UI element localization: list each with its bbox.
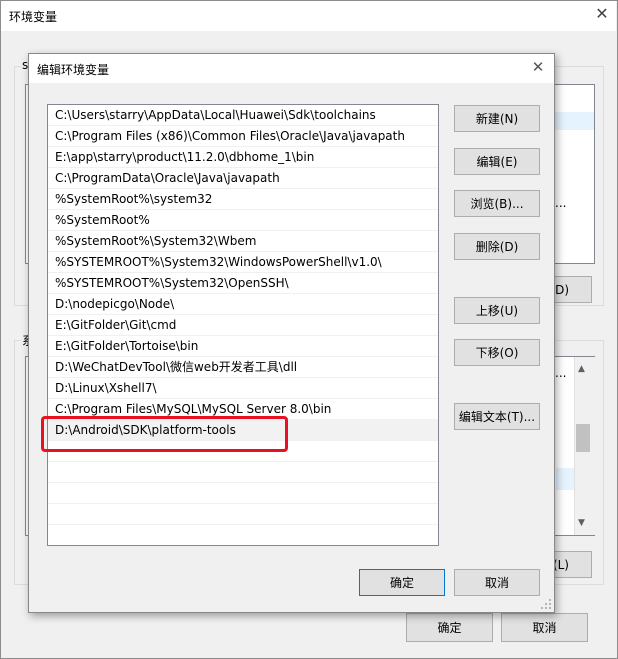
- system-delete-button-label: (L): [552, 557, 569, 572]
- path-list-item[interactable]: %SystemRoot%\System32\Wbem: [48, 231, 438, 252]
- edit-env-var-title: 编辑环境变量: [37, 63, 110, 77]
- path-list-item[interactable]: D:\nodepicgo\Node\: [48, 294, 438, 315]
- delete-button[interactable]: 删除(D): [454, 233, 540, 260]
- outer-ok-button[interactable]: 确定: [406, 613, 493, 642]
- highlight-annotation: [41, 416, 288, 452]
- env-vars-title: 环境变量: [9, 10, 58, 24]
- env-vars-titlebar: [1, 1, 616, 31]
- new-button-label: 新建(N): [475, 112, 519, 126]
- path-list-item[interactable]: %SYSTEMROOT%\System32\WindowsPowerShell\…: [48, 252, 438, 273]
- path-list-item[interactable]: %SystemRoot%: [48, 210, 438, 231]
- user-variables-selected-row[interactable]: [554, 112, 594, 130]
- outer-cancel-button-label: 取消: [532, 621, 557, 635]
- path-list[interactable]: C:\Users\starry\AppData\Local\Huawei\Sdk…: [47, 104, 439, 546]
- edit-text-button-label: 编辑文本(T)...: [458, 410, 536, 424]
- move-down-button-label: 下移(O): [475, 346, 519, 360]
- user-variables-value-fragment: ...: [555, 196, 567, 210]
- cancel-button[interactable]: 取消: [454, 569, 540, 596]
- edit-button-label: 编辑(E): [476, 155, 518, 169]
- path-list-item[interactable]: D:\WeChatDevTool\微信web开发者工具\dll: [48, 357, 438, 378]
- scrollbar-thumb[interactable]: [576, 424, 590, 452]
- browse-button[interactable]: 浏览(B)...: [454, 190, 540, 217]
- path-list-item[interactable]: E:\GitFolder\Tortoise\bin: [48, 336, 438, 357]
- path-list-item[interactable]: C:\ProgramData\Oracle\Java\javapath: [48, 168, 438, 189]
- path-list-item[interactable]: E:\GitFolder\Git\cmd: [48, 315, 438, 336]
- new-button[interactable]: 新建(N): [454, 105, 540, 132]
- scroll-up-icon[interactable]: ▲: [578, 364, 585, 374]
- move-up-button[interactable]: 上移(U): [454, 297, 540, 324]
- system-variables-selected-row[interactable]: [556, 468, 575, 490]
- path-list-empty-row[interactable]: [48, 504, 438, 525]
- path-list-empty-row[interactable]: [48, 462, 438, 483]
- path-list-empty-row[interactable]: [48, 525, 438, 545]
- path-list-item[interactable]: C:\Program Files (x86)\Common Files\Orac…: [48, 126, 438, 147]
- cancel-button-label: 取消: [484, 576, 509, 590]
- move-down-button[interactable]: 下移(O): [454, 339, 540, 366]
- move-up-button-label: 上移(U): [475, 304, 519, 318]
- browse-button-label: 浏览(B)...: [470, 197, 524, 211]
- edit-button[interactable]: 编辑(E): [454, 148, 540, 175]
- path-list-item[interactable]: %SystemRoot%\system32: [48, 189, 438, 210]
- path-list-item[interactable]: D:\Linux\Xshell7\: [48, 378, 438, 399]
- close-icon[interactable]: ✕: [592, 4, 612, 24]
- edit-text-button[interactable]: 编辑文本(T)...: [454, 403, 540, 430]
- ok-button[interactable]: 确定: [359, 569, 445, 596]
- resize-grip-icon[interactable]: [540, 598, 552, 610]
- path-list-item[interactable]: C:\Users\starry\AppData\Local\Huawei\Sdk…: [48, 105, 438, 126]
- path-list-item[interactable]: %SYSTEMROOT%\System32\OpenSSH\: [48, 273, 438, 294]
- system-variables-value-fragment-1: ...: [555, 366, 567, 380]
- scroll-down-icon[interactable]: ▼: [578, 518, 585, 528]
- outer-cancel-button[interactable]: 取消: [501, 613, 588, 642]
- outer-ok-button-label: 确定: [437, 621, 462, 635]
- ok-button-label: 确定: [389, 576, 414, 590]
- path-list-item[interactable]: E:\app\starry\product\11.2.0\dbhome_1\bi…: [48, 147, 438, 168]
- delete-button-label: 删除(D): [475, 240, 519, 254]
- path-list-empty-row[interactable]: [48, 483, 438, 504]
- dialog-close-icon[interactable]: ✕: [528, 57, 548, 77]
